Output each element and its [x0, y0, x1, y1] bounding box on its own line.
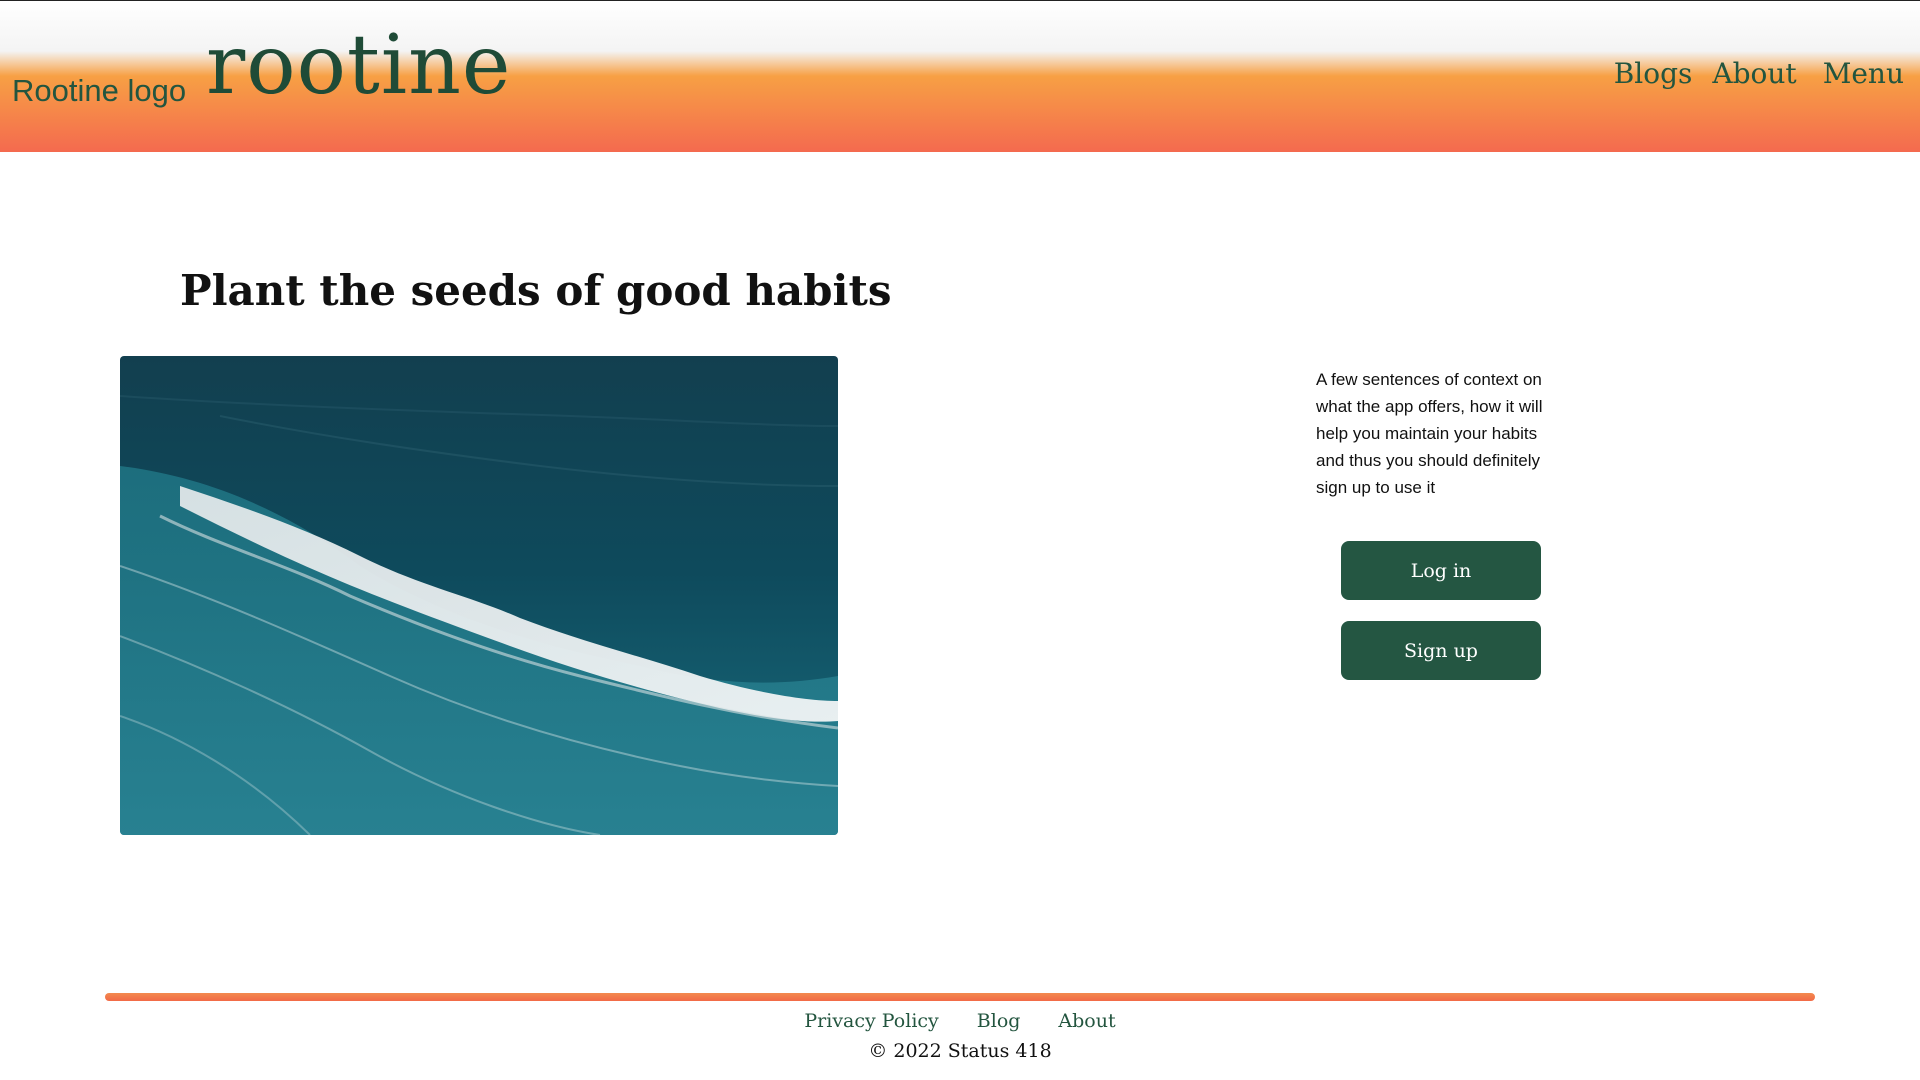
footer-nav: Privacy Policy Blog About	[0, 1010, 1920, 1032]
context-panel: A few sentences of context on what the a…	[1316, 366, 1566, 501]
footer-link-blog[interactable]: Blog	[977, 1010, 1021, 1032]
copyright-text: © 2022 Status 418	[868, 1040, 1052, 1062]
login-button[interactable]: Log in	[1341, 541, 1541, 600]
hero-image	[120, 356, 838, 835]
ocean-wave-image	[120, 356, 838, 835]
context-text: A few sentences of context on what the a…	[1316, 370, 1543, 497]
site-header: Rootine logo rootine Blogs About Menu	[0, 1, 1920, 152]
brand-title[interactable]: rootine	[206, 25, 511, 107]
footer-link-privacy[interactable]: Privacy Policy	[804, 1010, 938, 1032]
nav-menu[interactable]: Menu	[1823, 57, 1904, 90]
rootine-logo[interactable]: Rootine logo	[12, 73, 186, 109]
footer-link-about[interactable]: About	[1058, 1010, 1115, 1032]
footer-divider	[105, 993, 1815, 1001]
nav-blogs[interactable]: Blogs	[1614, 57, 1693, 90]
nav-about[interactable]: About	[1712, 57, 1796, 90]
page-headline: Plant the seeds of good habits	[180, 266, 892, 315]
signup-button[interactable]: Sign up	[1341, 621, 1541, 680]
main-nav: Blogs About Menu	[1614, 57, 1904, 90]
